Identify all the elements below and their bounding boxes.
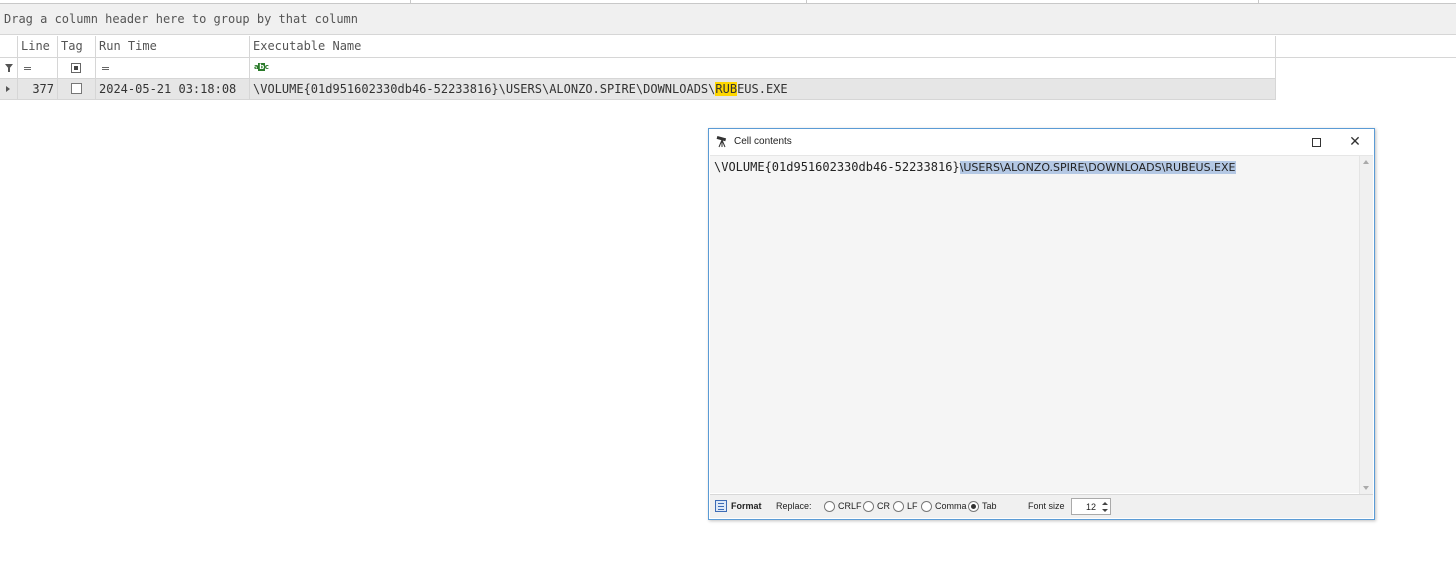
radio-crlf[interactable] [824, 501, 835, 512]
header-row: Line Tag Run Time Executable Name [0, 36, 1456, 58]
filter-row: abc [0, 58, 1276, 79]
font-size-value: 12 [1086, 502, 1097, 512]
group-by-hint: Drag a column header here to group by th… [4, 12, 359, 26]
radio-comma[interactable] [921, 501, 932, 512]
scroll-up-icon[interactable] [1363, 160, 1369, 164]
filter-indicator [0, 58, 18, 78]
exe-suffix: EUS.EXE [737, 82, 788, 96]
equals-operator-icon[interactable] [24, 67, 31, 70]
content-plain: \VOLUME{01d951602330db46-52233816} [714, 160, 960, 174]
data-grid: Line Tag Run Time Executable Name abc 37… [0, 36, 1456, 100]
radio-cr[interactable] [863, 501, 874, 512]
column-header-run-time[interactable]: Run Time [96, 36, 250, 57]
radio-cr-label: CR [877, 501, 890, 511]
checkbox-filter-icon[interactable] [71, 63, 81, 73]
maximize-button[interactable] [1305, 133, 1327, 151]
filter-cell-executable-name[interactable]: abc [250, 58, 1276, 78]
dialog-toolbar: Format Replace: CRLF CR LF Comma Tab Fon… [710, 494, 1373, 518]
filter-cell-line[interactable] [18, 58, 58, 78]
cell-content-text[interactable]: \VOLUME{01d951602330db46-52233816}\USERS… [714, 160, 1236, 174]
row-pointer-icon [6, 86, 10, 92]
scroll-down-icon[interactable] [1363, 486, 1369, 490]
row-indicator[interactable] [0, 79, 18, 99]
spinner-arrows-icon[interactable] [1102, 501, 1108, 513]
format-button[interactable]: Format [713, 498, 768, 515]
dialog-title-bar[interactable]: Cell contents ✕ [709, 129, 1374, 155]
exe-prefix: \VOLUME{01d951602330db46-52233816}\USERS… [253, 82, 716, 96]
format-label: Format [731, 501, 762, 511]
font-size-label: Font size [1028, 501, 1065, 511]
format-icon [715, 500, 727, 512]
run-time-value: 2024-05-21 03:18:08 [99, 82, 237, 96]
column-header-tag[interactable]: Tag [58, 36, 96, 57]
font-size-spinner[interactable]: 12 [1071, 498, 1111, 515]
table-row[interactable]: 377 2024-05-21 03:18:08 \VOLUME{01d95160… [0, 79, 1276, 100]
telescope-icon [716, 136, 727, 148]
group-by-panel[interactable]: Drag a column header here to group by th… [0, 4, 1456, 35]
executable-name-value: \VOLUME{01d951602330db46-52233816}\USERS… [253, 82, 788, 96]
tag-checkbox[interactable] [71, 83, 82, 94]
column-header-line[interactable]: Line [18, 36, 58, 57]
radio-comma-label: Comma [935, 501, 967, 511]
filter-icon [5, 64, 13, 72]
search-highlight: RUB [715, 82, 738, 96]
cell-executable-name[interactable]: \VOLUME{01d951602330db46-52233816}\USERS… [250, 79, 1276, 99]
line-value: 377 [32, 82, 54, 96]
radio-tab-label: Tab [982, 501, 997, 511]
dialog-title: Cell contents [734, 136, 792, 147]
vertical-scrollbar[interactable] [1359, 156, 1373, 494]
cell-tag[interactable] [58, 79, 96, 99]
content-selection: \USERS\ALONZO.SPIRE\DOWNLOADS\RUBEUS.EXE [959, 161, 1236, 174]
replace-label: Replace: [776, 501, 812, 511]
radio-lf-label: LF [907, 501, 918, 511]
abc-filter-icon[interactable]: abc [254, 63, 269, 71]
cell-run-time[interactable]: 2024-05-21 03:18:08 [96, 79, 250, 99]
close-button[interactable]: ✕ [1343, 131, 1367, 153]
cell-contents-dialog: Cell contents ✕ \VOLUME{01d951602330db46… [708, 128, 1375, 520]
filter-cell-tag[interactable] [58, 58, 96, 78]
header-indicator [0, 36, 18, 57]
filter-cell-run-time[interactable] [96, 58, 250, 78]
equals-operator-icon[interactable] [102, 67, 109, 70]
radio-tab[interactable] [968, 501, 979, 512]
radio-lf[interactable] [893, 501, 904, 512]
cell-content-textarea[interactable]: \VOLUME{01d951602330db46-52233816}\USERS… [710, 155, 1373, 494]
cell-line[interactable]: 377 [18, 79, 58, 99]
column-header-executable-name[interactable]: Executable Name [250, 36, 1276, 57]
radio-crlf-label: CRLF [838, 501, 862, 511]
